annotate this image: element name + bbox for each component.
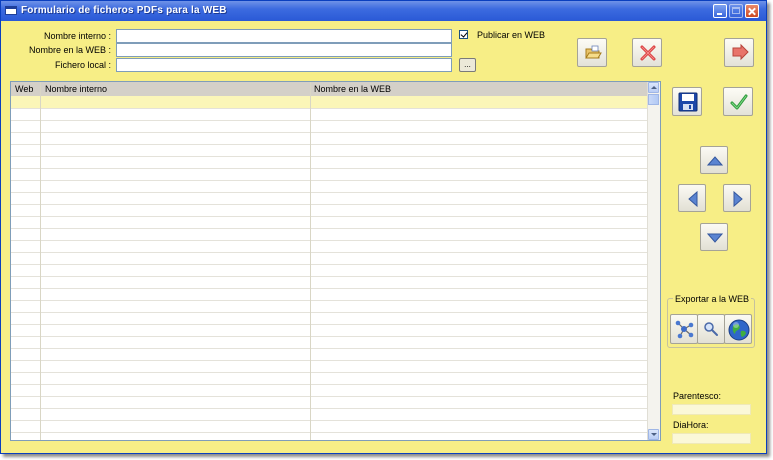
row-separator (11, 432, 649, 433)
nombre-interno-input[interactable] (116, 29, 452, 43)
move-right-button[interactable] (723, 184, 751, 212)
row-separator (11, 240, 649, 241)
row-separator (11, 204, 649, 205)
accept-button[interactable] (723, 87, 753, 116)
arrow-down-icon (707, 233, 723, 243)
row-separator (11, 288, 649, 289)
move-down-button[interactable] (700, 223, 728, 251)
row-separator (11, 180, 649, 181)
move-left-button[interactable] (678, 184, 706, 212)
row-separator (11, 384, 649, 385)
column-header-nombre-web[interactable]: Nombre en la WEB (314, 84, 391, 94)
scroll-thumb[interactable] (648, 94, 659, 105)
fichero-local-input[interactable] (116, 58, 452, 72)
nombre-interno-label: Nombre interno : (43, 31, 111, 41)
search-icon (704, 322, 718, 336)
row-separator (11, 276, 649, 277)
row-separator (11, 108, 649, 109)
move-up-button[interactable] (700, 146, 728, 174)
row-separator (11, 120, 649, 121)
window-icon (5, 6, 17, 15)
row-separator (11, 228, 649, 229)
arrow-right-icon (733, 191, 743, 207)
row-separator (11, 264, 649, 265)
delete-x-icon (640, 45, 656, 61)
row-separator (11, 144, 649, 145)
grid-header: Web Nombre interno Nombre en la WEB (11, 82, 649, 97)
nombre-web-label: Nombre en la WEB : (28, 45, 111, 55)
row-separator (11, 360, 649, 361)
accept-check-icon (730, 94, 748, 110)
exit-arrow-icon (732, 43, 749, 61)
minimize-button[interactable] (713, 4, 727, 18)
column-header-web[interactable]: Web (15, 84, 33, 94)
window-title: Formulario de ficheros PDFs para la WEB (21, 5, 227, 16)
exit-button[interactable] (724, 38, 754, 67)
export-network-button[interactable] (670, 314, 698, 344)
column-divider (310, 82, 311, 440)
parentesco-label: Parentesco: (673, 391, 722, 401)
nombre-web-input[interactable] (116, 43, 452, 57)
globe-icon (728, 319, 750, 341)
vertical-scrollbar[interactable] (647, 82, 660, 440)
scroll-down-button[interactable] (648, 429, 659, 440)
selected-row[interactable] (11, 96, 649, 108)
delete-button[interactable] (632, 38, 662, 67)
row-separator (11, 252, 649, 253)
row-separator (11, 132, 649, 133)
row-separator (11, 192, 649, 193)
row-separator (11, 216, 649, 217)
export-globe-button[interactable] (724, 314, 752, 344)
row-separator (11, 408, 649, 409)
publicar-web-checkbox[interactable] (459, 30, 468, 39)
publicar-web-label: Publicar en WEB (477, 30, 546, 40)
arrow-up-icon (707, 156, 723, 166)
column-divider (40, 82, 41, 440)
main-window: Formulario de ficheros PDFs para la WEB … (0, 0, 767, 454)
row-separator (11, 372, 649, 373)
row-separator (11, 336, 649, 337)
row-separator (11, 156, 649, 157)
row-separator (11, 420, 649, 421)
close-window-button[interactable] (745, 4, 759, 18)
open-folder-button[interactable] (577, 38, 607, 67)
export-web-title: Exportar a la WEB (673, 294, 752, 304)
column-header-nombre-interno[interactable]: Nombre interno (45, 84, 107, 94)
row-separator (11, 312, 649, 313)
title-bar[interactable]: Formulario de ficheros PDFs para la WEB (1, 1, 766, 21)
diahora-value (672, 433, 751, 444)
row-separator (11, 168, 649, 169)
row-separator (11, 324, 649, 325)
row-separator (11, 348, 649, 349)
diahora-label: DiaHora: (673, 420, 709, 430)
row-separator (11, 396, 649, 397)
save-disk-icon (678, 92, 698, 112)
scroll-up-button[interactable] (648, 82, 659, 93)
save-button[interactable] (672, 87, 702, 116)
fichero-local-label: Fichero local : (54, 60, 111, 70)
network-icon (675, 320, 694, 339)
row-separator (11, 300, 649, 301)
files-grid[interactable]: Web Nombre interno Nombre en la WEB (10, 81, 661, 441)
maximize-button[interactable] (729, 4, 743, 18)
open-folder-icon (585, 45, 602, 59)
browse-file-button[interactable]: ... (459, 58, 476, 72)
arrow-left-icon (688, 191, 698, 207)
parentesco-value (672, 404, 751, 415)
export-search-button[interactable] (697, 314, 725, 344)
